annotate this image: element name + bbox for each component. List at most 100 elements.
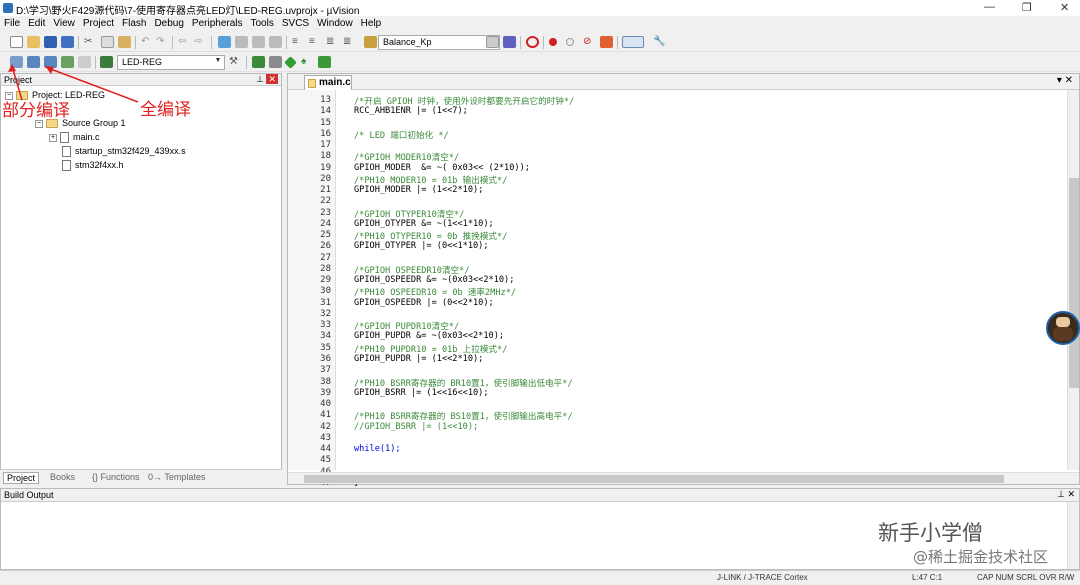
expand-icon[interactable]: + [49, 133, 57, 142]
target-options-icon[interactable]: ⚒ [229, 56, 242, 68]
save-icon[interactable] [44, 36, 57, 48]
find-icon[interactable] [486, 36, 499, 48]
maximize-icon[interactable]: ❐ [1022, 1, 1032, 14]
tab-functions[interactable]: {} Functions [92, 472, 140, 482]
undo-icon[interactable]: ↶ [141, 36, 154, 48]
line-number: 42 [320, 421, 331, 432]
breakpoint-icon[interactable] [549, 38, 557, 46]
horizontal-scrollbar[interactable] [288, 472, 1079, 484]
find-in-files-icon[interactable] [364, 36, 377, 48]
bookmark-prev-icon[interactable] [235, 36, 248, 48]
menu-tools[interactable]: Tools [247, 16, 278, 29]
chevron-down-icon[interactable]: ▼ [213, 57, 223, 68]
watermark-brand: 新手小学僧 [878, 521, 983, 545]
breakpoint-all-icon[interactable] [600, 36, 613, 48]
code-line: GPIOH_OTYPER |= (0<<1*10); [354, 241, 489, 252]
uncomment-icon[interactable]: ≣ [343, 36, 356, 48]
menu-project[interactable]: Project [79, 16, 118, 29]
vertical-scrollbar[interactable] [1067, 90, 1079, 470]
menu-file[interactable]: File [0, 16, 24, 29]
scroll-thumb[interactable] [1069, 178, 1079, 388]
line-number-gutter: 13 14 15 16 17 18 19 20 21 22 23 24 25 26 27 28 29 30 31 32… [288, 90, 336, 488]
redo-icon[interactable]: ↷ [156, 36, 169, 48]
menu-peripherals[interactable]: Peripherals [188, 16, 247, 29]
code-line: /*PH10 MODER10 = 01b 输出模式*/ [354, 175, 508, 186]
bookmark-icon[interactable] [218, 36, 231, 48]
close-panel-icon[interactable]: ⊥ ✕ [1057, 489, 1075, 500]
status-flags: CAP NUM SCRL OVR R/W [977, 573, 1075, 582]
minimize-icon[interactable]: — [984, 1, 995, 13]
menu-view[interactable]: View [49, 16, 79, 29]
tree-file-startup[interactable]: startup_stm32f429_439xx.s [62, 146, 186, 158]
tab-books[interactable]: Books [50, 472, 75, 482]
code-line: GPIOH_OSPEEDR |= (0<<2*10); [354, 297, 494, 308]
toolbar-file: ✂ ↶ ↷ ⇦ ⇨ ≡ ≡ ≣ ≣ Balance_Kp ▼ ⊘ 🔧 [0, 33, 1080, 52]
nav-back-icon[interactable]: ⇦ [178, 36, 191, 48]
window-title: D:\学习\野火F429源代码\7-使用寄存器点亮LED灯\LED-REG.uv… [16, 6, 360, 17]
nav-forward-icon[interactable]: ⇨ [194, 36, 207, 48]
bookmark-clear-icon[interactable] [269, 36, 282, 48]
toolbar-build: LED-REG ▼ ⚒ ♠ [0, 53, 1080, 72]
breakpoint-disable-icon[interactable] [566, 38, 574, 46]
unindent-icon[interactable]: ≡ [309, 36, 322, 48]
bookmark-next-icon[interactable] [252, 36, 265, 48]
incremental-find-icon[interactable] [503, 36, 516, 48]
close-panel-icon[interactable]: ✕ [266, 74, 278, 84]
save-all-icon[interactable] [61, 36, 74, 48]
code-line: //GPIOH_BSRR |= (1<<10); [354, 421, 479, 432]
tab-templates[interactable]: 0→ Templates [148, 472, 205, 482]
status-cursor: L:47 C:1 [912, 573, 943, 582]
pack-installer-icon[interactable] [284, 56, 297, 69]
breakpoint-kill-icon[interactable]: ⊘ [583, 36, 596, 48]
status-debugger: J-LINK / J-TRACE Cortex [717, 573, 808, 582]
h-file-icon [62, 160, 71, 172]
menu-window[interactable]: Window [313, 16, 357, 29]
code-line: GPIOH_OSPEEDR &= ~(0x03<<2*10); [354, 275, 515, 286]
new-file-icon[interactable] [10, 36, 23, 48]
project-tabs: Project Books {} Functions 0→ Templates [0, 469, 282, 485]
code-line: /* LED 端口初始化 */ [354, 130, 449, 141]
select-pack-icon[interactable]: ♠ [301, 56, 314, 68]
cut-icon[interactable]: ✂ [84, 36, 97, 48]
paste-icon[interactable] [118, 36, 131, 48]
menu-svcs[interactable]: SVCS [278, 16, 313, 29]
file-extensions-icon[interactable] [269, 56, 282, 68]
debug-session-icon[interactable] [526, 36, 539, 48]
menu-flash[interactable]: Flash [118, 16, 150, 29]
menu-edit[interactable]: Edit [24, 16, 49, 29]
line-number: 27 [320, 252, 331, 263]
line-number: 16 [320, 128, 331, 139]
code-line: GPIOH_BSRR |= (1<<16<<10); [354, 387, 489, 398]
line-number: 29 [320, 275, 331, 286]
line-number: 31 [320, 297, 331, 308]
tree-file-header[interactable]: stm32f4xx.h [62, 160, 124, 172]
find-combo[interactable]: Balance_Kp ▼ [378, 35, 500, 50]
menu-debug[interactable]: Debug [150, 16, 187, 29]
menu-help[interactable]: Help [357, 16, 386, 29]
scroll-thumb[interactable] [304, 475, 1004, 483]
line-number: 20 [320, 173, 331, 184]
source-group-label: Source Group 1 [62, 118, 126, 128]
close-icon[interactable]: ✕ [1060, 1, 1069, 14]
editor-panel: main.c ▾ ✕ 13 14 15 16 17 18 19 20 21 22 23 24 25 26 2… [287, 73, 1080, 488]
partial-build-annotation: 部分编译 [2, 101, 70, 121]
indent-icon[interactable]: ≡ [292, 36, 305, 48]
open-file-icon[interactable] [27, 36, 40, 48]
code-line: /*GPIOH OTYPER10清空*/ [354, 209, 465, 220]
editor-tab-main[interactable]: main.c [304, 75, 352, 90]
manage-components-icon[interactable] [252, 56, 265, 68]
tab-project[interactable]: Project [3, 472, 40, 484]
copy-icon[interactable] [101, 36, 114, 48]
configure-icon[interactable]: 🔧 [653, 36, 666, 48]
editor-tab-label: main.c [319, 77, 351, 88]
run-time-env-icon[interactable] [318, 56, 331, 68]
vertical-scrollbar[interactable] [1067, 502, 1079, 569]
pin-icon[interactable]: ⊥ [256, 74, 264, 84]
editor-menu-icon[interactable]: ▾ ✕ [1057, 75, 1073, 86]
code-line: /*开启 GPIOH 时钟，使用外设时都要先开启它的时钟*/ [354, 97, 575, 107]
tree-file-main[interactable]: + main.c [49, 132, 100, 144]
line-number: 36 [320, 353, 331, 364]
line-number: 14 [320, 106, 331, 117]
window-layout-icon[interactable] [622, 36, 644, 48]
comment-icon[interactable]: ≣ [326, 36, 339, 48]
